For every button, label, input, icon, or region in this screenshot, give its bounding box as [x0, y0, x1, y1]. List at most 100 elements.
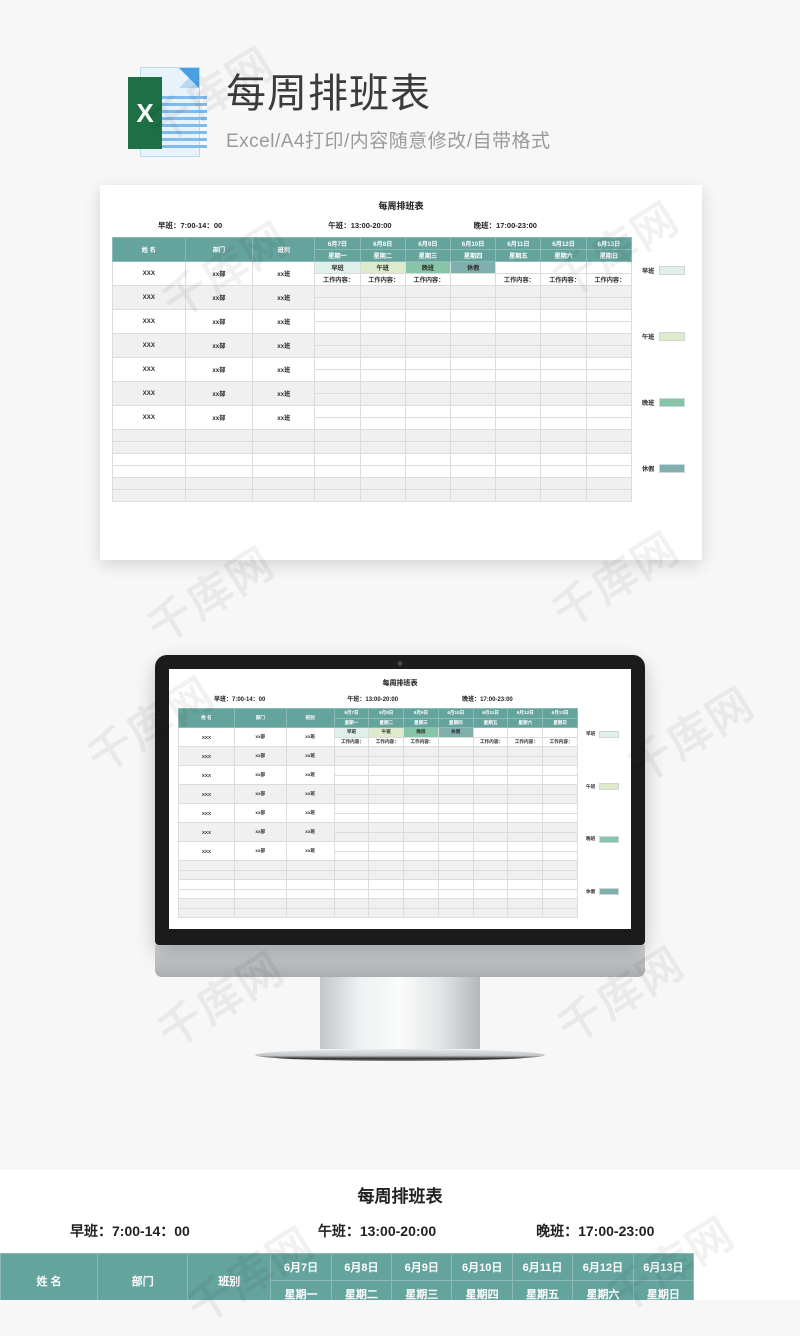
cell-shift[interactable] [542, 765, 578, 776]
cell-work-content[interactable] [542, 850, 578, 861]
cell-blank[interactable] [437, 898, 474, 909]
cell-blank[interactable] [359, 453, 406, 466]
cell-shift[interactable] [585, 333, 633, 346]
cell-blank[interactable] [585, 477, 633, 490]
cell-work-content[interactable] [450, 321, 497, 334]
cell-blank[interactable] [368, 907, 405, 918]
cell-work-content[interactable] [495, 345, 542, 358]
cell-blank[interactable] [112, 429, 186, 442]
cell-blank[interactable] [542, 888, 578, 899]
cell-shift[interactable] [472, 746, 509, 757]
cell-blank[interactable] [495, 441, 542, 454]
cell-shift[interactable] [507, 822, 544, 833]
cell-shift[interactable] [542, 746, 578, 757]
cell-blank[interactable] [112, 477, 186, 490]
cell-blank[interactable] [450, 429, 497, 442]
cell-work-content[interactable] [333, 755, 370, 766]
cell-blank[interactable] [540, 429, 587, 442]
cell-shift[interactable] [540, 381, 587, 394]
cell-shift[interactable] [333, 822, 370, 833]
cell-shift[interactable]: 晚班 [404, 261, 452, 274]
cell-work-content[interactable] [472, 831, 509, 842]
cell-shift[interactable] [404, 285, 452, 298]
cell-blank[interactable] [437, 888, 474, 899]
cell-work-content[interactable] [333, 774, 370, 785]
cell-blank[interactable] [112, 465, 186, 478]
cell-blank[interactable] [542, 860, 578, 871]
cell-work-content[interactable] [314, 369, 361, 382]
cell-work-content[interactable] [542, 812, 578, 823]
cell-blank[interactable] [333, 888, 370, 899]
cell-work-content[interactable]: 工作内容： [359, 273, 406, 286]
cell-blank[interactable] [178, 869, 235, 880]
cell-blank[interactable] [285, 879, 335, 890]
cell-work-content[interactable] [507, 831, 544, 842]
cell-shift[interactable] [450, 357, 497, 370]
cell-work-content[interactable] [404, 321, 452, 334]
cell-work-content[interactable] [450, 297, 497, 310]
cell-work-content[interactable] [437, 831, 474, 842]
cell-blank[interactable] [437, 860, 474, 871]
cell-blank[interactable] [252, 477, 316, 490]
cell-blank[interactable] [285, 888, 335, 899]
cell-shift[interactable] [403, 746, 439, 757]
cell-blank[interactable] [233, 860, 287, 871]
cell-work-content[interactable] [585, 345, 633, 358]
cell-blank[interactable] [314, 453, 361, 466]
cell-blank[interactable] [178, 860, 235, 871]
cell-shift[interactable] [495, 333, 542, 346]
cell-work-content[interactable] [472, 793, 509, 804]
cell-shift[interactable] [472, 765, 509, 776]
cell-shift[interactable] [333, 765, 370, 776]
cell-shift[interactable] [333, 746, 370, 757]
cell-blank[interactable] [437, 879, 474, 890]
cell-blank[interactable] [368, 898, 405, 909]
cell-work-content[interactable] [540, 393, 587, 406]
cell-shift[interactable] [540, 309, 587, 322]
cell-blank[interactable] [233, 869, 287, 880]
cell-shift[interactable] [437, 803, 474, 814]
cell-work-content[interactable] [472, 755, 509, 766]
cell-work-content[interactable] [359, 297, 406, 310]
cell-blank[interactable] [542, 898, 578, 909]
cell-blank[interactable] [178, 907, 235, 918]
cell-work-content[interactable] [403, 774, 439, 785]
cell-work-content[interactable] [333, 793, 370, 804]
cell-shift[interactable] [314, 405, 361, 418]
cell-blank[interactable] [403, 879, 439, 890]
cell-work-content[interactable] [585, 369, 633, 382]
cell-shift[interactable] [495, 357, 542, 370]
cell-shift[interactable] [314, 357, 361, 370]
cell-work-content[interactable]: 工作内容： [404, 273, 452, 286]
cell-shift[interactable] [404, 333, 452, 346]
cell-blank[interactable] [184, 429, 254, 442]
cell-shift[interactable] [368, 822, 405, 833]
cell-blank[interactable] [333, 879, 370, 890]
cell-work-content[interactable] [507, 774, 544, 785]
cell-work-content[interactable] [403, 812, 439, 823]
cell-shift[interactable] [472, 727, 509, 738]
cell-blank[interactable] [112, 453, 186, 466]
cell-shift[interactable] [540, 405, 587, 418]
cell-shift[interactable] [403, 784, 439, 795]
cell-work-content[interactable]: 工作内容： [403, 736, 439, 747]
cell-work-content[interactable] [359, 345, 406, 358]
cell-shift[interactable] [359, 357, 406, 370]
cell-shift[interactable] [585, 381, 633, 394]
cell-shift[interactable] [495, 309, 542, 322]
cell-shift[interactable] [585, 405, 633, 418]
cell-work-content[interactable] [495, 393, 542, 406]
cell-work-content[interactable] [314, 417, 361, 430]
cell-blank[interactable] [540, 489, 587, 502]
cell-shift[interactable] [495, 261, 542, 274]
cell-blank[interactable] [507, 907, 544, 918]
cell-shift[interactable] [585, 261, 633, 274]
cell-blank[interactable] [333, 907, 370, 918]
cell-blank[interactable] [359, 441, 406, 454]
cell-blank[interactable] [178, 879, 235, 890]
cell-shift[interactable] [437, 841, 474, 852]
cell-work-content[interactable]: 工作内容： [333, 736, 370, 747]
cell-work-content[interactable] [314, 297, 361, 310]
cell-work-content[interactable] [472, 774, 509, 785]
cell-work-content[interactable] [540, 321, 587, 334]
